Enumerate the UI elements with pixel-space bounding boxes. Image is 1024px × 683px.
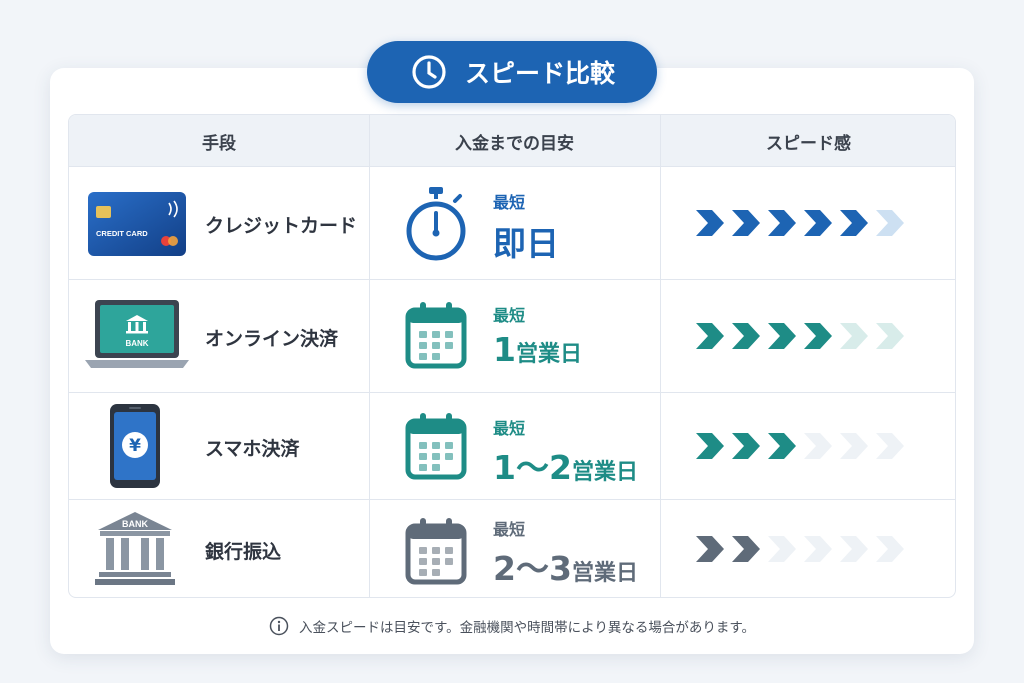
- calendar-icon: [405, 518, 467, 585]
- info-icon: [269, 616, 289, 636]
- table-header: 手段 入金までの目安 スピード感: [69, 115, 955, 167]
- calendar-icon: [405, 302, 467, 369]
- page-title: スピード比較: [464, 59, 615, 88]
- bank-building-text: BANK: [122, 519, 148, 529]
- speed-chevron-filled: [732, 536, 760, 562]
- speed-chevron-empty: [840, 323, 868, 349]
- stopwatch-icon: [406, 187, 466, 261]
- speed-chevron-empty: [840, 433, 868, 459]
- speed-chevron-filled: [804, 323, 832, 349]
- speed-chevron-filled: [840, 210, 868, 236]
- speed-chevron-empty: [876, 536, 904, 562]
- time-value: 1営業日: [493, 330, 582, 369]
- time-number: 1: [493, 330, 516, 369]
- time-unit: 営業日: [571, 561, 638, 586]
- laptop-bank-icon: BANK: [85, 300, 189, 368]
- time-value: 2〜3営業日: [493, 542, 638, 590]
- title-badge: スピード比較: [367, 41, 657, 103]
- laptop-screen-text: BANK: [125, 339, 148, 348]
- speed-chevron-filled: [732, 210, 760, 236]
- footnote: 入金スピードは目安です。金融機関や時間帯により異なる場合があります。: [0, 612, 1024, 640]
- table-row: ¥ スマホ決済 最短 1〜2営業日: [69, 393, 955, 500]
- time-prefix: 最短: [493, 419, 526, 438]
- time-number: 2〜3: [493, 549, 572, 588]
- speed-chevron-empty: [804, 536, 832, 562]
- speed-chevron-filled: [768, 433, 796, 459]
- speed-chevron-filled: [696, 433, 724, 459]
- method-label: 銀行振込: [205, 541, 282, 563]
- credit-card-icon: CREDIT CARD: [88, 192, 186, 256]
- speed-chevron-filled: [696, 536, 724, 562]
- speed-chevron-filled: [804, 210, 832, 236]
- speed-chevron-filled: [732, 433, 760, 459]
- time-unit: 営業日: [571, 460, 638, 485]
- clock-icon: [412, 55, 446, 89]
- method-label: クレジットカード: [205, 215, 358, 237]
- speed-chevron-filled: [696, 323, 724, 349]
- speed-indicator: [694, 532, 908, 566]
- smartphone-yen-icon: ¥: [110, 404, 160, 488]
- speed-chevron-empty: [804, 433, 832, 459]
- speed-chevron-empty: [876, 323, 904, 349]
- table-row: BANK 銀行振込 最短 2〜3営業日: [69, 500, 955, 597]
- speed-chevron-filled: [696, 210, 724, 236]
- time-number: 即日: [493, 224, 559, 263]
- footnote-text: 入金スピードは目安です。金融機関や時間帯により異なる場合があります。: [298, 620, 756, 636]
- column-header-speed: スピード感: [766, 133, 851, 154]
- speed-chevron-empty: [840, 536, 868, 562]
- speed-chevron-filled: [768, 210, 796, 236]
- speed-chevron-empty: [876, 433, 904, 459]
- table-row: BANK オンライン決済 最短 1営業日: [69, 280, 955, 393]
- speed-indicator: [694, 429, 908, 463]
- column-header-method: 手段: [202, 133, 236, 154]
- time-value: 即日: [493, 217, 559, 265]
- time-prefix: 最短: [493, 306, 526, 325]
- column-header-time: 入金までの目安: [455, 133, 574, 154]
- time-prefix: 最短: [493, 193, 526, 212]
- speed-indicator: [694, 206, 908, 240]
- speed-indicator: [694, 319, 908, 353]
- method-label: オンライン決済: [205, 328, 339, 350]
- speed-chevron-empty: [768, 536, 796, 562]
- card-brand-text: CREDIT CARD: [96, 229, 148, 238]
- time-value: 1〜2営業日: [493, 441, 638, 489]
- comparison-table: 手段 入金までの目安 スピード感 CREDIT CARD クレジットカード 最短…: [68, 114, 956, 598]
- calendar-icon: [405, 413, 467, 480]
- bank-building-icon: BANK: [95, 512, 175, 585]
- speed-chevron-filled: [732, 323, 760, 349]
- time-unit: 営業日: [515, 342, 582, 367]
- speed-chevron-empty: [876, 210, 904, 236]
- yen-symbol: ¥: [129, 436, 141, 456]
- time-number: 1〜2: [493, 448, 572, 487]
- speed-chevron-filled: [768, 323, 796, 349]
- method-label: スマホ決済: [205, 438, 300, 460]
- time-prefix: 最短: [493, 520, 526, 539]
- table-row: CREDIT CARD クレジットカード 最短 即日: [69, 167, 955, 280]
